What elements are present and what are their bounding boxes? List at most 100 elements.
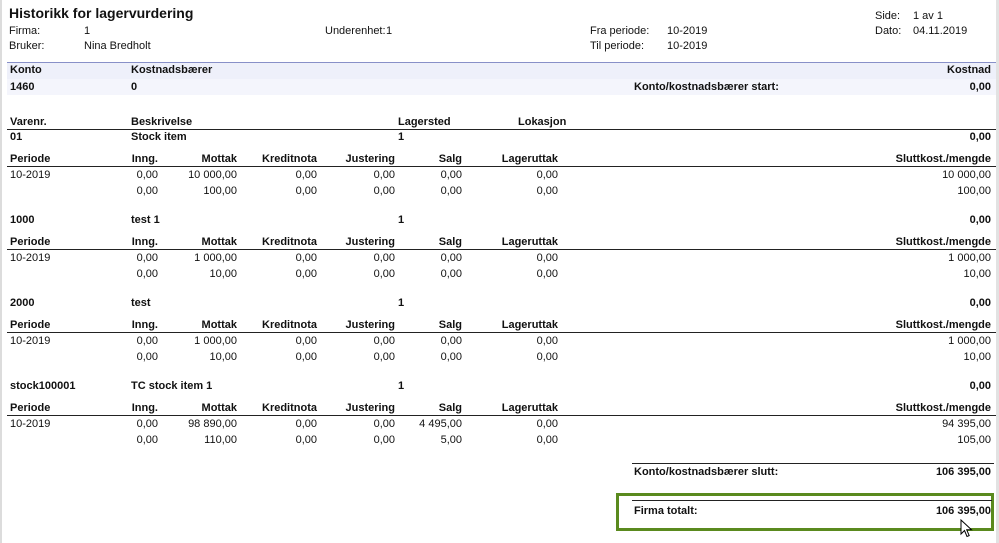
item-lagersted: 1 [398, 297, 405, 309]
period-header-mottak: Mottak [201, 319, 237, 331]
cell-salg: 0,00 [440, 169, 462, 181]
cell-mottak: 1 000,00 [194, 252, 237, 264]
cell-slutt: 10 000,00 [942, 169, 991, 181]
cell-salg: 4 495,00 [419, 418, 462, 430]
fra-periode-value: 10-2019 [667, 25, 708, 37]
konto-number: 1460 [10, 81, 35, 93]
cell-lageruttak: 0,00 [536, 185, 558, 197]
bruker-value: Nina Bredholt [84, 40, 151, 52]
item-lagersted: 1 [398, 380, 405, 392]
period-header-slutt: Sluttkost./mengde [895, 153, 991, 165]
item-value: 0,00 [969, 131, 991, 143]
underenhet-label: Underenhet: [325, 25, 386, 37]
period-header-kreditnota: Kreditnota [262, 153, 317, 165]
period-header-lageruttak: Lageruttak [501, 236, 558, 248]
kostnadsbaerer-number: 0 [131, 81, 138, 93]
period-header-justering: Justering [345, 319, 395, 331]
cell-salg: 0,00 [440, 185, 462, 197]
cell-kreditnota: 0,00 [295, 185, 317, 197]
konto-col-header: Konto [10, 64, 42, 76]
cell-salg: 0,00 [440, 252, 462, 264]
cell-salg: 0,00 [440, 268, 462, 280]
til-periode-value: 10-2019 [667, 40, 708, 52]
period-header-mottak: Mottak [201, 402, 237, 414]
cell-inng: 0,00 [136, 268, 158, 280]
period-header-justering: Justering [345, 153, 395, 165]
konto-start-value: 0,00 [969, 81, 991, 93]
item-varenr: stock100001 [10, 380, 76, 392]
firma-label: Firma: [9, 25, 41, 37]
period-header-lageruttak: Lageruttak [501, 319, 558, 331]
item-value: 0,00 [969, 380, 991, 392]
cell-slutt: 100,00 [957, 185, 991, 197]
cell-salg: 0,00 [440, 351, 462, 363]
period-header-salg: Salg [438, 402, 462, 414]
cell-lageruttak: 0,00 [536, 434, 558, 446]
cell-inng: 0,00 [136, 335, 158, 347]
left-edge [0, 0, 2, 543]
cell-kreditnota: 0,00 [295, 169, 317, 181]
firma-totalt-rule [632, 500, 992, 501]
cell-salg: 0,00 [440, 335, 462, 347]
item-value: 0,00 [969, 214, 991, 226]
cell-slutt: 1 000,00 [948, 252, 991, 264]
cell-periode: 10-2019 [10, 335, 51, 347]
cell-justering: 0,00 [373, 418, 395, 430]
cell-periode: 10-2019 [10, 418, 51, 430]
cell-justering: 0,00 [373, 434, 395, 446]
period-header-justering: Justering [345, 236, 395, 248]
side-label: Side: [875, 10, 901, 22]
cell-slutt: 10,00 [963, 351, 991, 363]
side-value: 1 av 1 [913, 10, 943, 22]
konto-start-label: Konto/kostnadsbærer start: [634, 81, 779, 93]
item-beskrivelse: TC stock item 1 [131, 380, 213, 392]
cell-justering: 0,00 [373, 268, 395, 280]
period-header-slutt: Sluttkost./mengde [895, 402, 991, 414]
cell-periode: 10-2019 [10, 252, 51, 264]
item-header-rule [7, 129, 996, 130]
cell-mottak: 110,00 [204, 434, 237, 446]
period-header-salg: Salg [438, 153, 462, 165]
period-header-rule [7, 166, 996, 167]
period-header-rule [7, 249, 996, 250]
period-header-periode: Periode [10, 236, 51, 248]
cell-slutt: 10,00 [963, 268, 991, 280]
konto-row-band [7, 79, 996, 95]
cell-justering: 0,00 [373, 185, 395, 197]
underenhet-value: 1 [386, 25, 393, 37]
kostnad-col-header: Kostnad [947, 64, 991, 76]
cell-mottak: 10 000,00 [188, 169, 237, 181]
cell-inng: 0,00 [136, 252, 158, 264]
cell-lageruttak: 0,00 [536, 351, 558, 363]
cell-kreditnota: 0,00 [295, 268, 317, 280]
period-header-kreditnota: Kreditnota [262, 236, 317, 248]
cell-justering: 0,00 [373, 335, 395, 347]
period-header-slutt: Sluttkost./mengde [895, 236, 991, 248]
period-header-kreditnota: Kreditnota [262, 402, 317, 414]
cell-lageruttak: 0,00 [536, 252, 558, 264]
cell-kreditnota: 0,00 [295, 434, 317, 446]
item-lagersted: 1 [398, 214, 405, 226]
period-header-periode: Periode [10, 319, 51, 331]
item-lagersted: 1 [398, 131, 405, 143]
dato-label: Dato: [875, 25, 902, 37]
bruker-label: Bruker: [9, 40, 45, 52]
item-beskrivelse: Stock item [131, 131, 187, 143]
cell-lageruttak: 0,00 [536, 268, 558, 280]
period-header-periode: Periode [10, 402, 51, 414]
lokasjon-header: Lokasjon [518, 116, 567, 128]
cell-kreditnota: 0,00 [295, 252, 317, 264]
cell-justering: 0,00 [373, 252, 395, 264]
item-varenr: 01 [10, 131, 23, 143]
cell-lageruttak: 0,00 [536, 418, 558, 430]
period-header-mottak: Mottak [201, 153, 237, 165]
period-header-inng: Inng. [131, 153, 158, 165]
report-title: Historikk for lagervurdering [9, 5, 194, 21]
lagersted-header: Lagersted [398, 116, 451, 128]
cell-justering: 0,00 [373, 169, 395, 181]
fra-periode-label: Fra periode: [590, 25, 650, 37]
til-periode-label: Til periode: [590, 40, 645, 52]
cell-mottak: 100,00 [203, 185, 237, 197]
cell-inng: 0,00 [136, 169, 158, 181]
beskrivelse-header: Beskrivelse [131, 116, 193, 128]
